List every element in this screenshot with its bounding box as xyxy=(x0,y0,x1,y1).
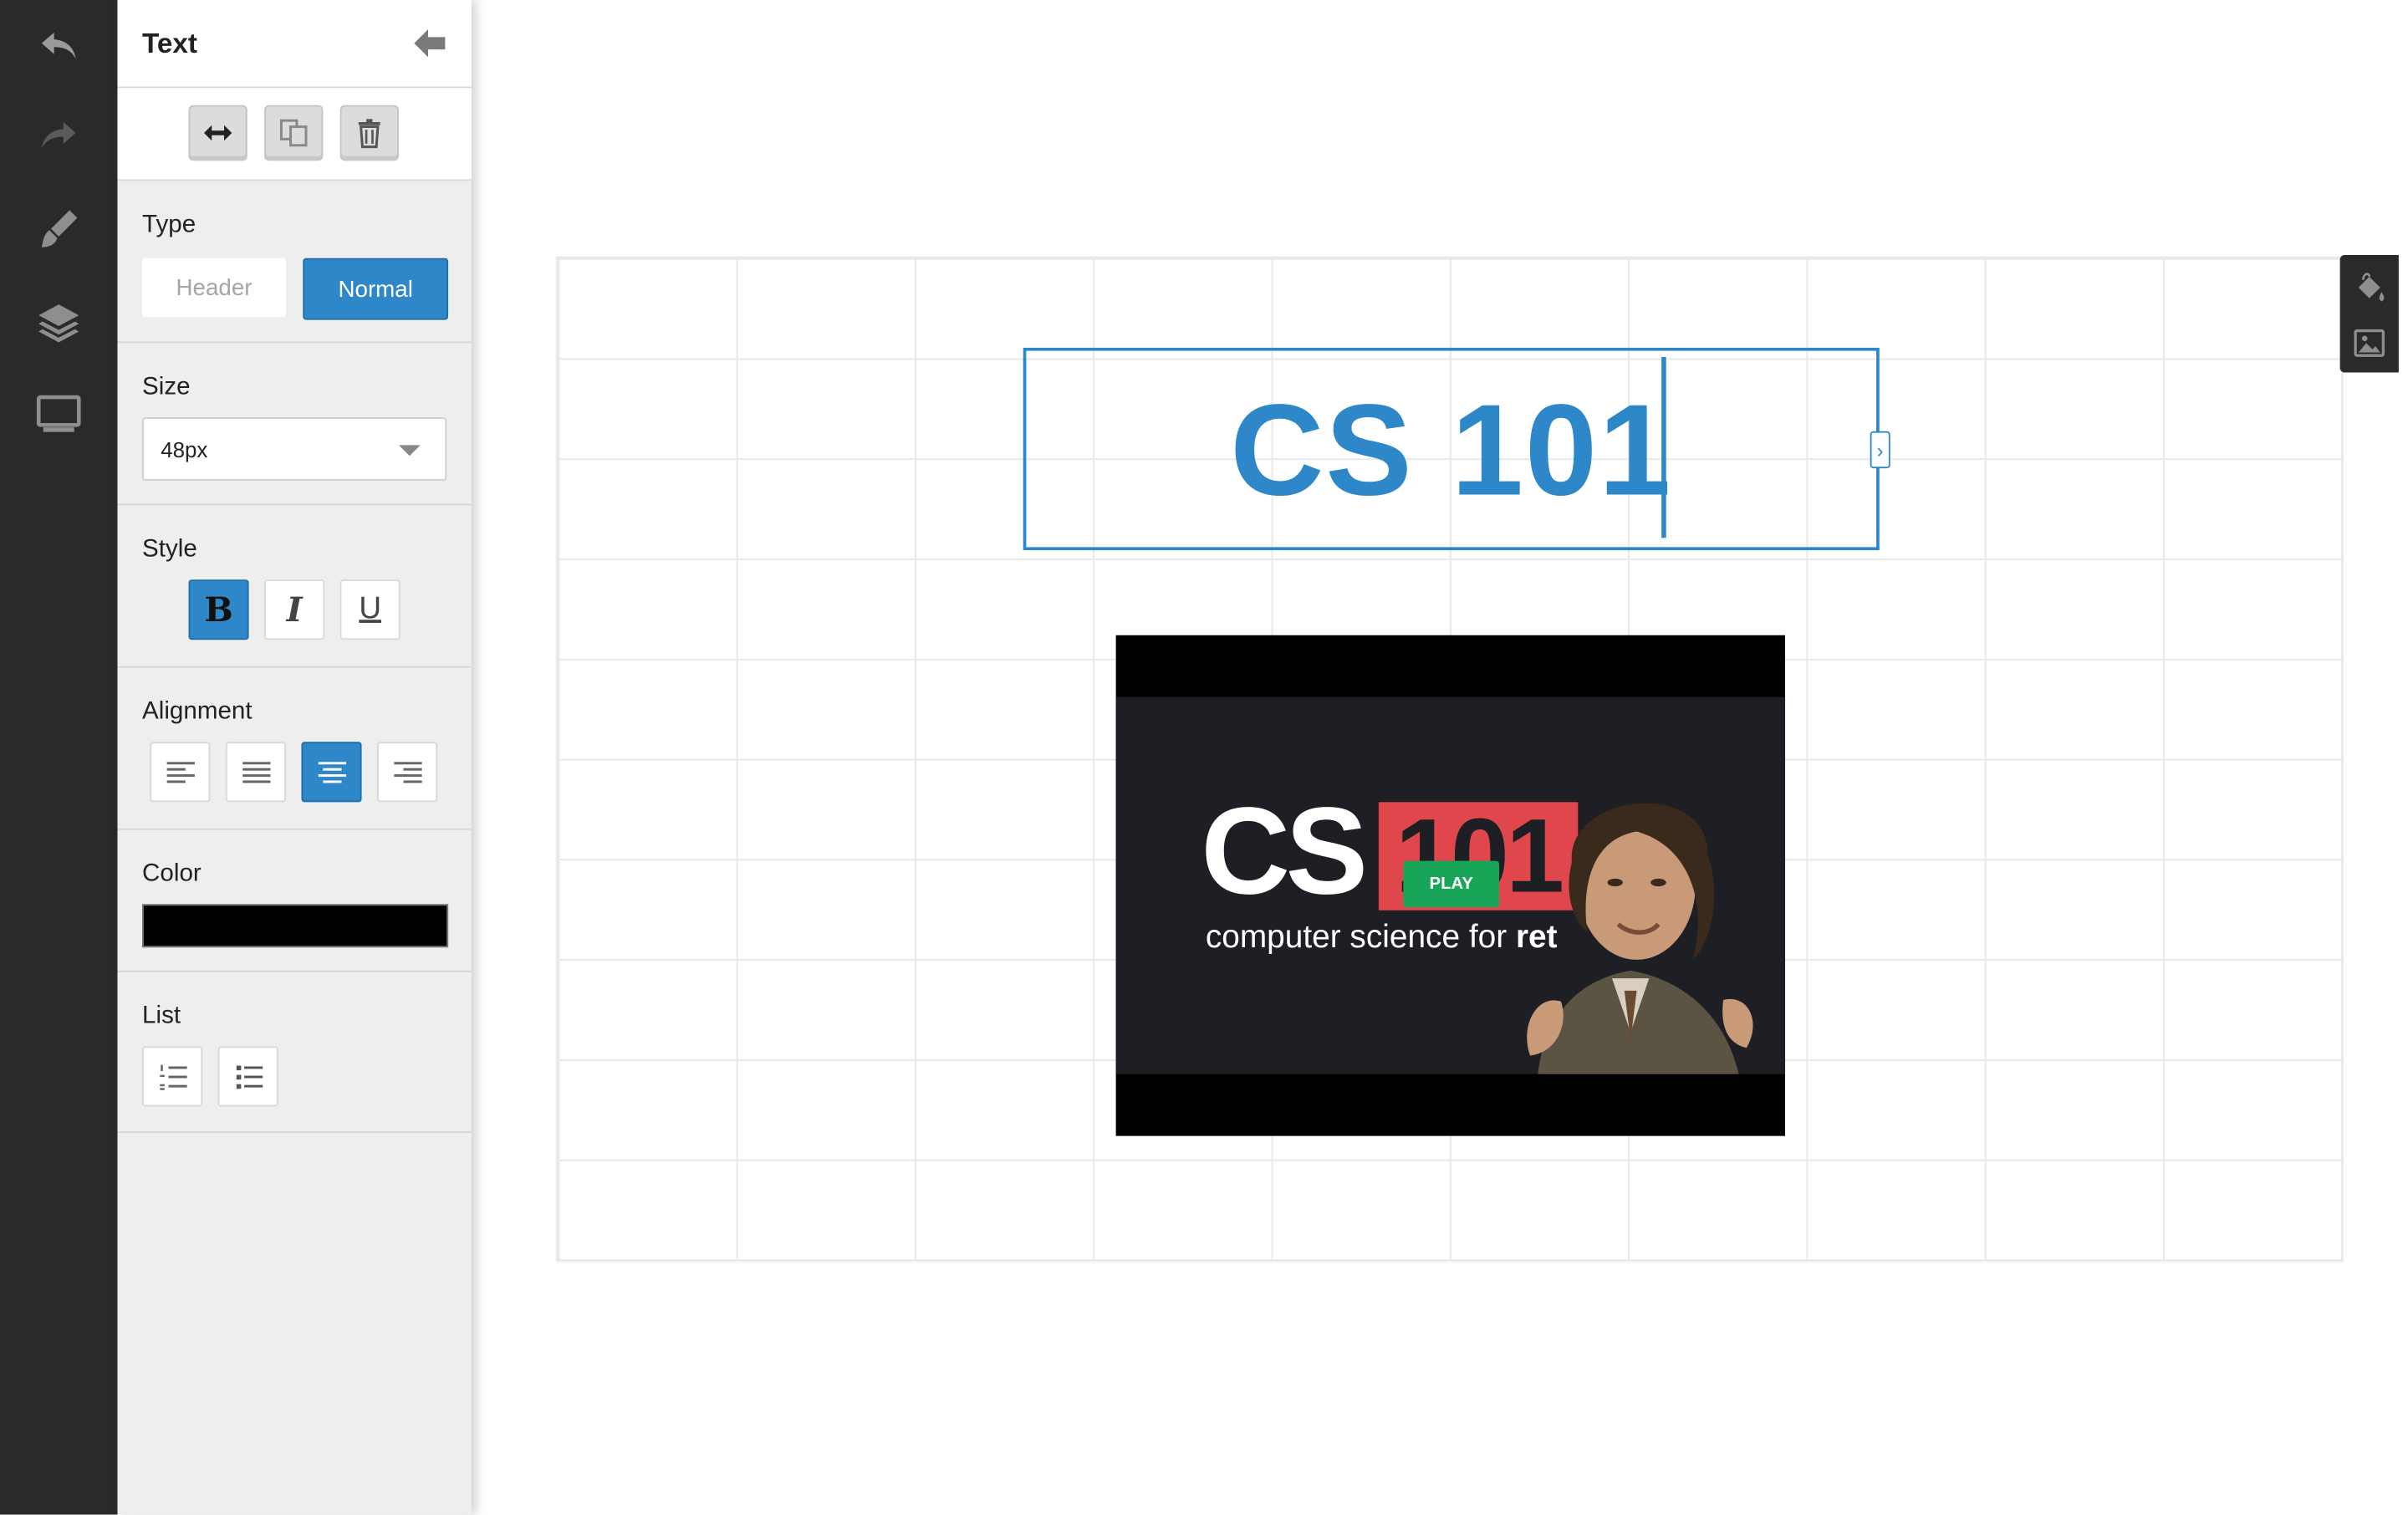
color-section: Color xyxy=(117,830,472,972)
canvas-tools xyxy=(2339,255,2399,373)
video-thumbnail: CS 101 computer science for ret PLAY xyxy=(1115,696,1786,1074)
play-button[interactable]: PLAY xyxy=(1403,860,1500,908)
align-left-button[interactable] xyxy=(150,742,211,803)
undo-icon xyxy=(41,32,76,59)
color-label: Color xyxy=(142,860,202,888)
trash-icon xyxy=(358,119,380,149)
list-label: List xyxy=(142,1002,181,1030)
color-swatch[interactable] xyxy=(142,904,449,948)
underline-button[interactable]: U xyxy=(339,579,400,640)
numbered-list-icon xyxy=(159,1064,186,1089)
italic-button[interactable]: I xyxy=(264,579,325,640)
redo-button[interactable] xyxy=(28,105,89,167)
copy-icon xyxy=(279,119,308,147)
size-label: Size xyxy=(142,374,191,400)
slide-canvas[interactable]: CS 101 › CS 101 computer science for ret xyxy=(556,256,2344,1262)
alignment-section: Alignment xyxy=(117,668,472,830)
full-width-button[interactable] xyxy=(188,105,247,161)
chevron-down-icon xyxy=(398,445,421,457)
align-justify-icon xyxy=(242,761,270,783)
element-actions xyxy=(117,88,472,181)
italic-icon: I xyxy=(286,589,303,630)
bold-button[interactable]: B xyxy=(188,579,249,640)
panel-title: Text xyxy=(142,28,198,59)
type-normal-option[interactable]: Normal xyxy=(303,258,449,320)
underline-icon: U xyxy=(359,591,382,626)
layers-icon xyxy=(38,304,79,343)
duplicate-button[interactable] xyxy=(264,105,324,161)
align-center-icon xyxy=(317,761,346,783)
bulleted-list-button[interactable] xyxy=(217,1046,278,1107)
align-left-icon xyxy=(166,761,194,783)
delete-button[interactable] xyxy=(339,105,399,161)
video-embed[interactable]: CS 101 computer science for ret PLAY xyxy=(1115,635,1786,1136)
align-justify-button[interactable] xyxy=(225,742,286,803)
align-right-icon xyxy=(393,761,421,783)
size-value: 48px xyxy=(161,437,208,462)
align-center-button[interactable] xyxy=(301,742,362,803)
type-section: Type Header Normal xyxy=(117,181,472,344)
style-label: Style xyxy=(142,536,197,563)
bold-icon: B xyxy=(204,589,233,630)
align-right-button[interactable] xyxy=(377,742,438,803)
monitor-icon xyxy=(36,395,81,432)
paint-bucket-icon[interactable] xyxy=(2352,270,2386,304)
back-arrow-icon[interactable] xyxy=(413,28,447,59)
redo-icon xyxy=(41,122,76,149)
video-title-cs: CS xyxy=(1201,782,1368,920)
editor-app: Text Type Header Normal Size 48px Style … xyxy=(0,0,2408,1515)
bulleted-list-icon xyxy=(235,1064,263,1089)
brush-button[interactable] xyxy=(28,198,89,260)
text-settings-panel: Text Type Header Normal Size 48px Style … xyxy=(117,0,472,1515)
video-subtitle-text: computer science for xyxy=(1205,919,1516,956)
horizontal-arrows-icon xyxy=(204,125,232,141)
alignment-label: Alignment xyxy=(142,698,253,725)
chevron-right-icon: › xyxy=(1876,438,1884,462)
preview-button[interactable] xyxy=(28,383,89,445)
type-header-option[interactable]: Header xyxy=(142,258,286,317)
size-select[interactable]: 48px xyxy=(142,417,447,481)
text-cursor xyxy=(1661,357,1666,538)
undo-button[interactable] xyxy=(28,15,89,77)
size-section: Size 48px xyxy=(117,343,472,506)
list-section: List xyxy=(117,972,472,1133)
left-toolbar xyxy=(0,0,118,1515)
panel-header: Text xyxy=(117,0,472,89)
style-section: Style B I U xyxy=(117,505,472,668)
brush-icon xyxy=(41,210,78,247)
resize-handle[interactable]: › xyxy=(1870,431,1890,469)
text-block-selected[interactable]: CS 101 › xyxy=(1023,347,1890,551)
numbered-list-button[interactable] xyxy=(142,1046,203,1107)
type-label: Type xyxy=(142,212,196,238)
image-icon[interactable] xyxy=(2352,326,2386,360)
presenter-image xyxy=(1527,803,1753,1074)
layers-button[interactable] xyxy=(28,291,89,353)
text-block-content[interactable]: CS 101 xyxy=(1026,375,1876,525)
